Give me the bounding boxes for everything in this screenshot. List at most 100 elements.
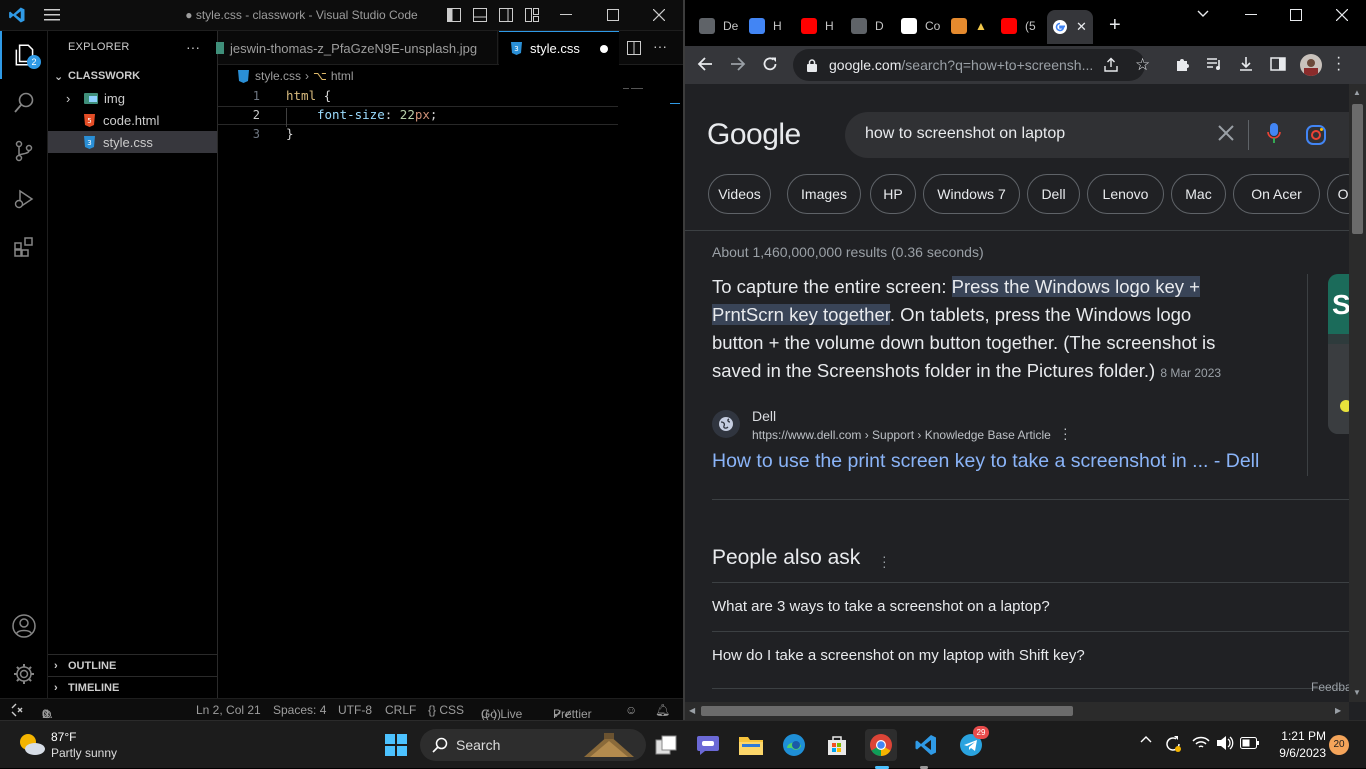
browser-tab[interactable]: D [851, 10, 884, 42]
result-more-icon[interactable]: · · · [1063, 421, 1068, 445]
wifi-icon[interactable] [1192, 736, 1210, 750]
volume-icon[interactable] [1216, 735, 1234, 751]
extensions-puzzle-icon[interactable] [1175, 56, 1191, 72]
google-logo[interactable]: Google [707, 118, 801, 152]
horizontal-scrollbar[interactable]: ◀ ▶ [685, 702, 1349, 720]
browser-tab[interactable]: H [749, 10, 782, 42]
taskbar-search[interactable]: Search [420, 729, 646, 761]
explorer-icon[interactable]: 2 [0, 31, 48, 79]
scroll-up-icon[interactable]: ▲ [1353, 88, 1361, 97]
weather-sun-cloud-icon[interactable] [16, 731, 46, 757]
customize-layout-icon[interactable] [525, 8, 539, 22]
search-box[interactable]: how to screenshot on laptop [845, 112, 1349, 158]
minimize-icon[interactable] [560, 14, 572, 16]
feedback-icon[interactable]: ☺ [625, 703, 637, 717]
vscode-taskbar-icon[interactable] [910, 729, 942, 761]
breadcrumb-file[interactable]: style.css [255, 69, 301, 83]
teams-chat-icon[interactable] [692, 729, 724, 761]
battery-icon[interactable] [1240, 737, 1260, 749]
close-icon[interactable] [1336, 9, 1348, 21]
remote-icon[interactable] [0, 699, 34, 720]
extensions-icon[interactable] [0, 223, 48, 271]
split-editor-icon[interactable] [627, 41, 641, 55]
toggle-secondary-sidebar-icon[interactable] [499, 8, 513, 22]
scroll-right-icon[interactable]: ▶ [1335, 706, 1341, 715]
tree-item-img[interactable]: › img [48, 87, 217, 109]
browser-tab[interactable]: (5 [1001, 10, 1036, 42]
tab-image[interactable]: jeswin-thomas-z_PfaGzeN9E-unsplash.jpg [216, 31, 498, 65]
timeline-section[interactable]: › TIMELINE [48, 676, 217, 698]
indentation[interactable]: Spaces: 4 [273, 703, 326, 717]
tab-close-icon[interactable]: ✕ [1076, 19, 1087, 35]
download-icon[interactable] [1238, 56, 1254, 72]
weather-temp[interactable]: 87°F [51, 730, 76, 744]
editor-more-icon[interactable]: ··· [653, 38, 667, 54]
paa-more-icon[interactable]: · · · [882, 549, 887, 573]
filter-chip[interactable]: Videos [708, 174, 771, 214]
clock-time[interactable]: 1:21 PM [1270, 729, 1326, 743]
run-debug-icon[interactable] [0, 175, 48, 223]
weather-desc[interactable]: Partly sunny [51, 746, 117, 760]
source-name[interactable]: Dell [752, 408, 776, 424]
unsaved-dot-icon[interactable] [600, 45, 608, 53]
filter-chip[interactable]: Lenovo [1087, 174, 1164, 214]
media-queue-icon[interactable] [1206, 56, 1222, 72]
microsoft-store-icon[interactable] [821, 729, 853, 761]
telegram-icon[interactable]: 29 [955, 726, 989, 761]
voice-search-icon[interactable] [1267, 122, 1281, 146]
maximize-icon[interactable] [1290, 9, 1302, 21]
code-line[interactable]: } [286, 126, 294, 141]
notifications-bell-icon[interactable]: 🔔︎ [655, 703, 670, 717]
filter-chip[interactable]: Windows 7 [923, 174, 1020, 214]
code-line[interactable]: html { [286, 88, 331, 103]
minimize-icon[interactable] [1245, 14, 1257, 16]
notification-count-badge[interactable]: 20 [1329, 735, 1349, 755]
source-cite[interactable]: https://www.dell.com › Support › Knowled… [752, 428, 1051, 442]
sync-update-icon[interactable] [1164, 735, 1182, 753]
browser-tab-active[interactable]: ✕ [1047, 10, 1093, 44]
address-bar[interactable]: google.com/search?q=how+to+screensh... ☆ [793, 49, 1150, 81]
result-link[interactable]: How to use the print screen key to take … [712, 450, 1259, 473]
toggle-sidebar-icon[interactable] [447, 8, 461, 22]
start-windows-icon[interactable] [380, 729, 412, 761]
language-mode[interactable]: {} CSS [428, 703, 464, 717]
show-hidden-icons-chevron-icon[interactable] [1140, 735, 1152, 743]
snippet-thumbnail[interactable]: S [1328, 274, 1349, 434]
filter-chip[interactable]: On Acer [1233, 174, 1320, 214]
back-arrow-icon[interactable] [697, 56, 713, 72]
browser-tab[interactable]: Co [901, 10, 940, 42]
paa-question[interactable]: What are 3 ways to take a screenshot on … [712, 583, 1349, 631]
filter-chip[interactable]: On [1327, 174, 1349, 214]
file-explorer-icon[interactable] [735, 729, 767, 761]
menu-kebab-icon[interactable]: · · · [1336, 50, 1341, 78]
tree-item-style-css[interactable]: 3 style.css [48, 131, 217, 153]
cursor-position[interactable]: Ln 2, Col 21 [196, 703, 261, 717]
filter-chip[interactable]: Mac [1171, 174, 1226, 214]
accounts-icon[interactable] [0, 602, 48, 650]
profile-avatar[interactable] [1300, 54, 1322, 76]
minimap[interactable] [623, 87, 645, 91]
menu-hamburger-icon[interactable] [44, 8, 62, 22]
explorer-more-icon[interactable]: ··· [186, 39, 200, 55]
close-icon[interactable] [653, 9, 665, 21]
feedback-link[interactable]: Feedba [1311, 680, 1349, 694]
clear-search-icon[interactable] [1217, 124, 1235, 142]
search-icon[interactable] [0, 79, 48, 127]
source-control-icon[interactable] [0, 127, 48, 175]
code-line[interactable]: font-size: 22px; [317, 107, 437, 122]
folder-classwork[interactable]: ⌄ CLASSWORK [48, 65, 217, 87]
task-view-icon[interactable] [650, 729, 682, 761]
tab-style-css[interactable]: 3 style.css [499, 31, 619, 65]
scrollbar-thumb[interactable] [701, 706, 1073, 716]
forward-arrow-icon[interactable] [730, 56, 746, 72]
filter-chip[interactable]: Dell [1027, 174, 1080, 214]
toggle-panel-icon[interactable] [473, 8, 487, 22]
edge-browser-icon[interactable] [778, 729, 810, 761]
paa-question[interactable]: How do I take a screenshot on my laptop … [712, 632, 1349, 680]
manage-gear-icon[interactable] [0, 650, 48, 698]
lens-camera-icon[interactable] [1305, 124, 1327, 146]
browser-tab[interactable]: ▲ [951, 10, 987, 42]
filter-chip[interactable]: HP [870, 174, 916, 214]
outline-section[interactable]: › OUTLINE [48, 654, 217, 676]
clock-date[interactable]: 9/6/2023 [1262, 746, 1326, 760]
